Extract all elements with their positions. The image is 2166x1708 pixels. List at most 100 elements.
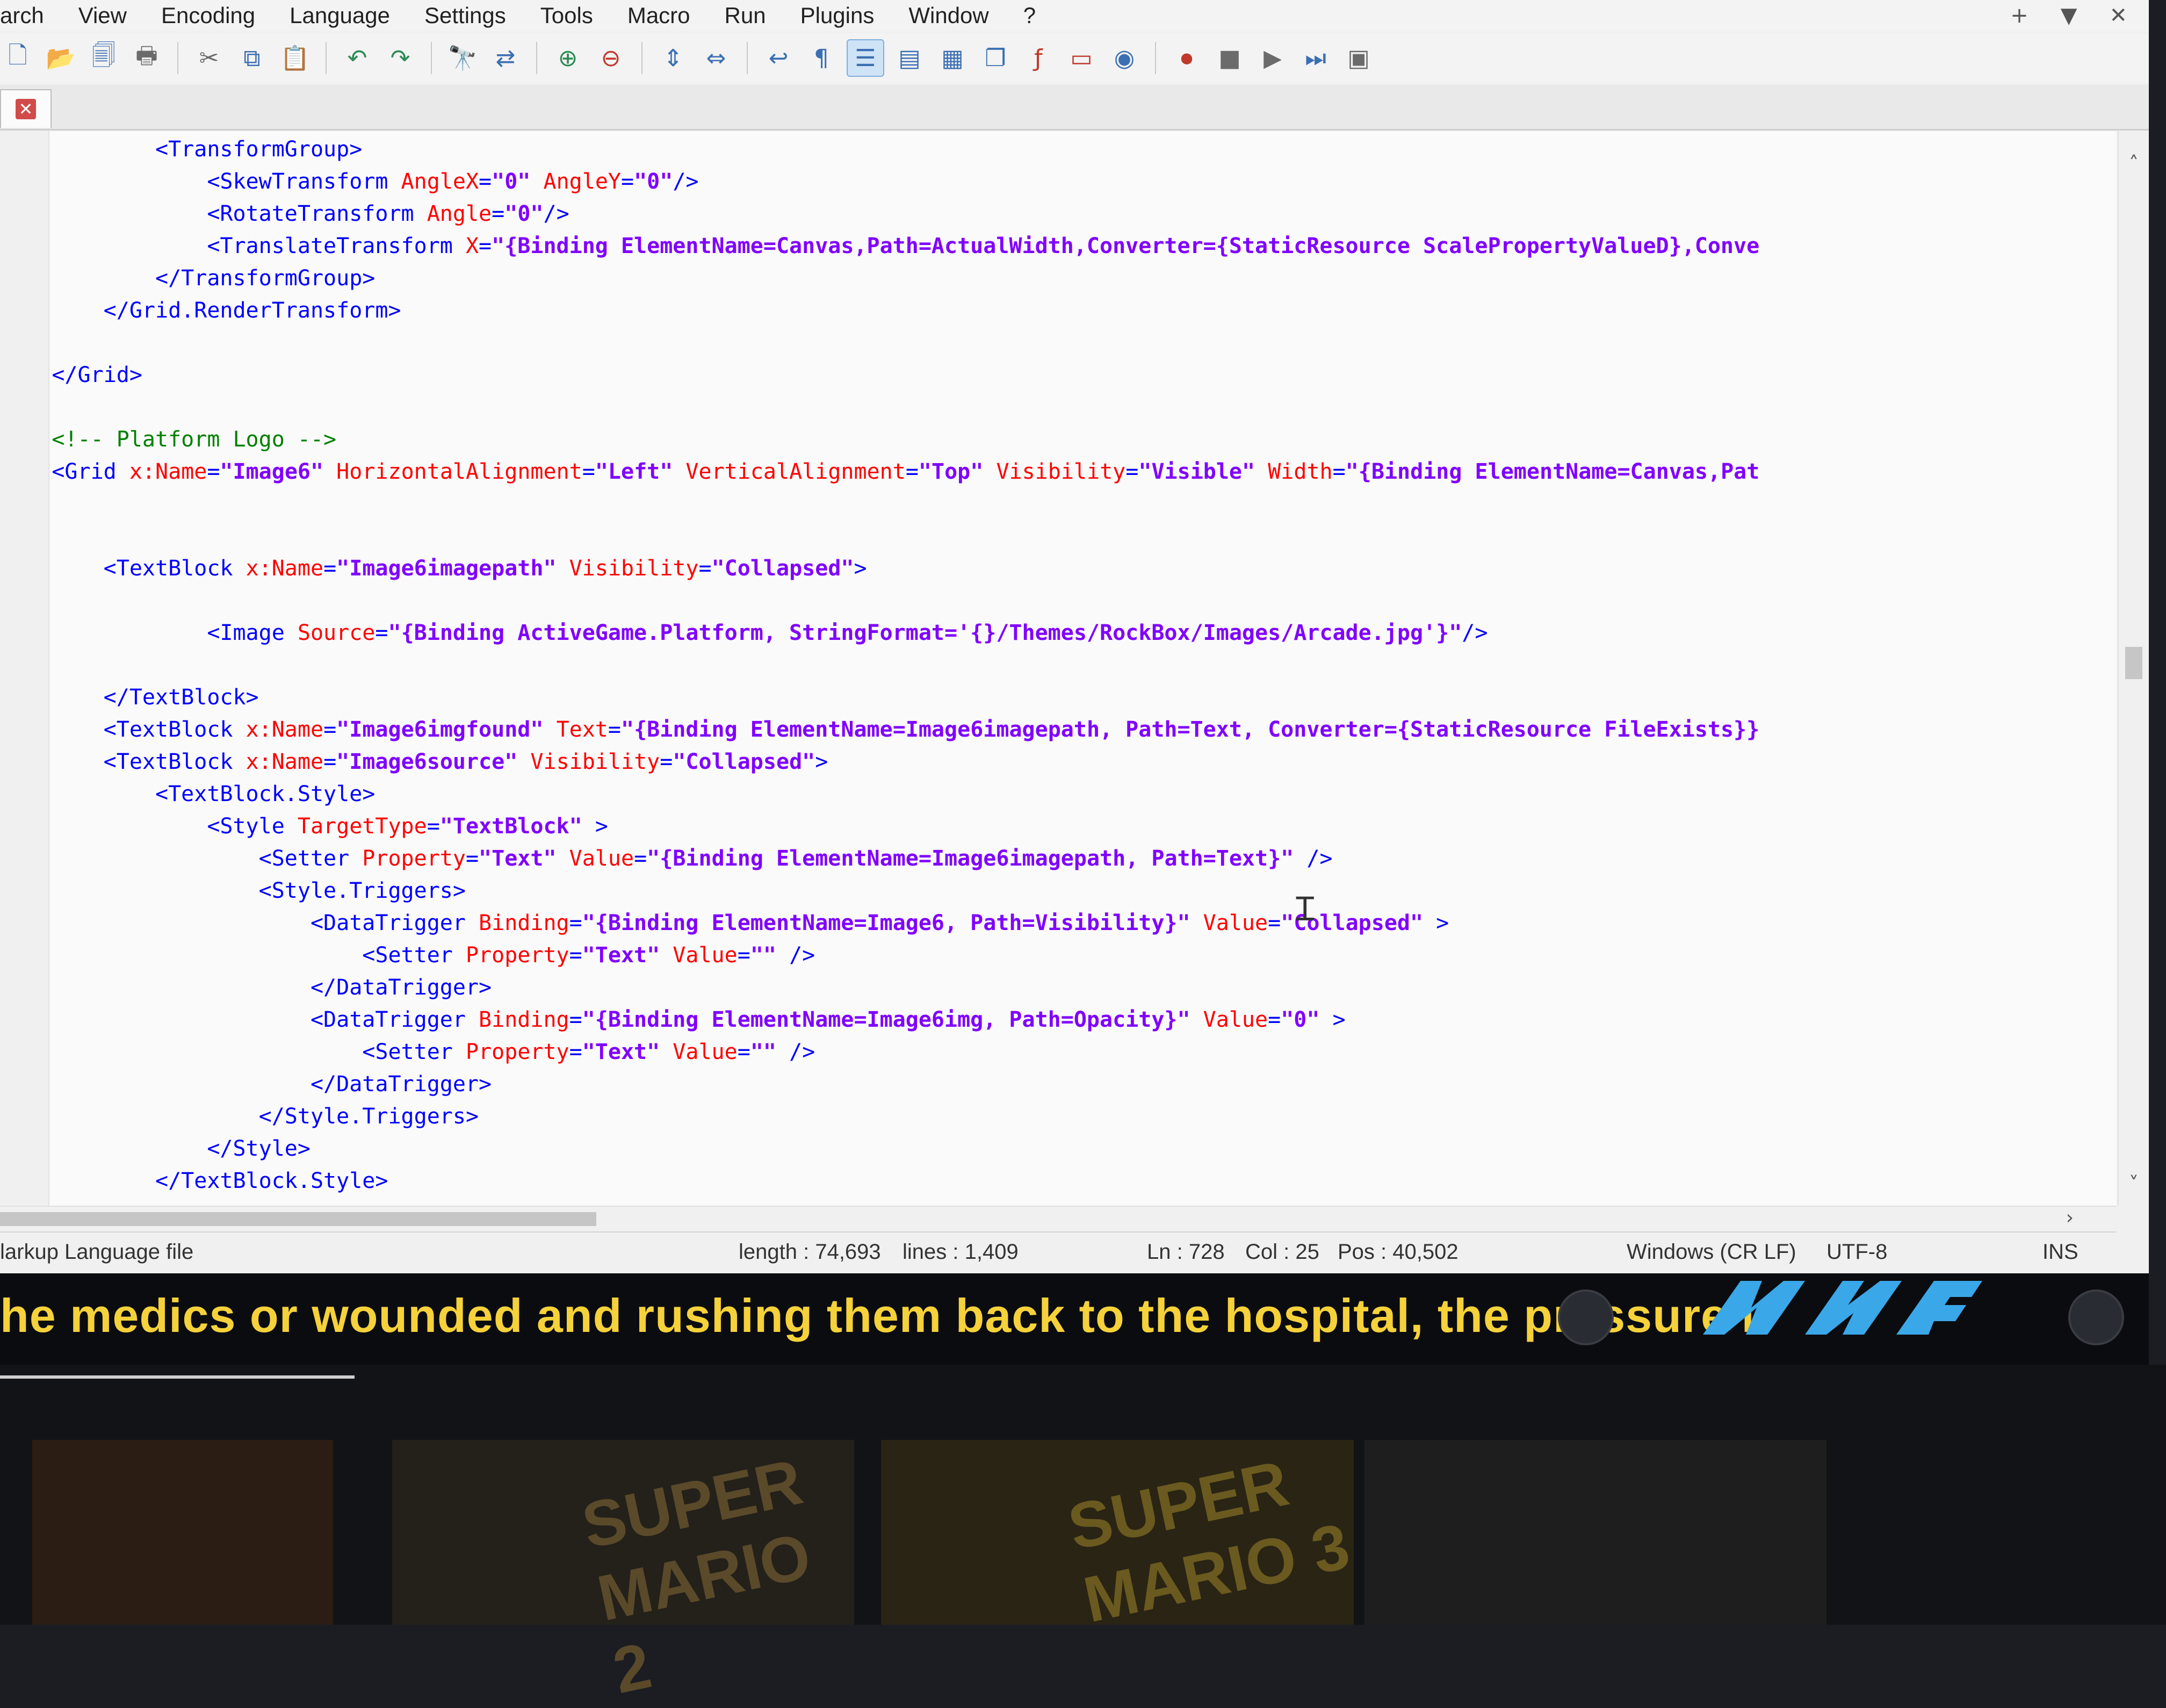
- code-tag: =: [492, 201, 505, 226]
- word-wrap-icon[interactable]: ↩: [761, 40, 796, 76]
- menu-item-arch[interactable]: arch: [0, 3, 61, 28]
- window-controls: + ▼ ✕: [2010, 3, 2127, 28]
- redo-icon[interactable]: ↷: [382, 40, 418, 76]
- code-line[interactable]: <SkewTransform AngleX="0" AngleY="0"/>: [0, 165, 2106, 198]
- menu-item-run[interactable]: Run: [707, 3, 783, 28]
- code-line[interactable]: <Grid x:Name="Image6" HorizontalAlignmen…: [0, 456, 2106, 488]
- indent-guide-icon[interactable]: ☰: [847, 39, 884, 77]
- new-tab-icon[interactable]: +: [2010, 3, 2028, 28]
- record-macro-icon[interactable]: ⏺: [1169, 40, 1204, 76]
- menu-item-macro[interactable]: Macro: [610, 3, 707, 28]
- menu-item-view[interactable]: View: [61, 3, 144, 28]
- menu-item-help[interactable]: ?: [1006, 3, 1053, 28]
- new-file-icon[interactable]: 🗋: [0, 40, 35, 76]
- code-line[interactable]: <TransformGroup>: [0, 133, 2106, 165]
- scroll-right-icon[interactable]: ›: [2066, 1207, 2074, 1229]
- monitoring-icon[interactable]: ◉: [1107, 40, 1142, 76]
- sync-v-icon[interactable]: ⇕: [655, 40, 691, 76]
- code-line[interactable]: <Style TargetType="TextBlock" >: [0, 810, 2106, 842]
- doc-list-icon[interactable]: ƒ: [1021, 40, 1056, 76]
- code-line[interactable]: [0, 391, 2106, 423]
- status-file-type: larkup Language file: [0, 1240, 194, 1264]
- code-line[interactable]: </TextBlock.Style>: [0, 1165, 2106, 1197]
- code-tag: <Setter: [0, 1040, 466, 1064]
- replace-icon[interactable]: ⇄: [488, 40, 523, 76]
- code-line[interactable]: <TextBlock x:Name="Image6imgfound" Text=…: [0, 714, 2106, 746]
- print-icon[interactable]: 🖶: [129, 40, 164, 76]
- code-line[interactable]: </Grid>: [0, 359, 2106, 391]
- menu-item-settings[interactable]: Settings: [407, 3, 523, 28]
- open-file-icon[interactable]: 📂: [43, 40, 78, 76]
- game-cover-1: [32, 1440, 333, 1625]
- close-tab-icon[interactable]: ✕: [16, 99, 36, 119]
- vertical-scroll-thumb[interactable]: [2125, 647, 2142, 679]
- code-tag: <DataTrigger: [0, 911, 479, 935]
- folder-as-workspace-icon[interactable]: ▭: [1064, 40, 1099, 76]
- zoom-out-icon[interactable]: ⊖: [593, 40, 629, 76]
- code-line[interactable]: <DataTrigger Binding="{Binding ElementNa…: [0, 907, 2106, 939]
- run-macro-multiple-icon[interactable]: ⏭: [1298, 40, 1333, 76]
- code-line[interactable]: </TextBlock>: [0, 681, 2106, 714]
- menu-item-tools[interactable]: Tools: [523, 3, 610, 28]
- horizontal-scrollbar[interactable]: ›: [0, 1206, 2117, 1231]
- cut-icon[interactable]: ✂: [191, 40, 227, 76]
- code-line[interactable]: <TranslateTransform X="{Binding ElementN…: [0, 230, 2106, 262]
- save-macro-icon[interactable]: ▣: [1341, 40, 1376, 76]
- code-line[interactable]: </Style>: [0, 1133, 2106, 1165]
- code-editor[interactable]: <TransformGroup> <SkewTransform AngleX="…: [0, 131, 2117, 1206]
- code-line[interactable]: [0, 327, 2106, 359]
- zoom-in-icon[interactable]: ⊕: [550, 40, 586, 76]
- code-line[interactable]: </Grid.RenderTransform>: [0, 294, 2106, 327]
- code-attribute: Binding: [479, 911, 569, 935]
- code-tag: <TranslateTransform: [0, 234, 466, 258]
- code-line[interactable]: <TextBlock x:Name="Image6imagepath" Visi…: [0, 552, 2106, 585]
- code-line[interactable]: <DataTrigger Binding="{Binding ElementNa…: [0, 1004, 2106, 1036]
- menu-item-encoding[interactable]: Encoding: [144, 3, 272, 28]
- menu-item-language[interactable]: Language: [272, 3, 407, 28]
- scroll-down-icon[interactable]: ˅: [2119, 1173, 2149, 1195]
- code-line[interactable]: [0, 520, 2106, 552]
- code-line[interactable]: </DataTrigger>: [0, 971, 2106, 1004]
- code-line[interactable]: [0, 585, 2106, 617]
- code-line[interactable]: <Image Source="{Binding ActiveGame.Platf…: [0, 617, 2106, 649]
- code-line[interactable]: [0, 649, 2106, 681]
- menu-item-window[interactable]: Window: [891, 3, 1006, 28]
- function-list-icon[interactable]: ▦: [935, 40, 970, 76]
- code-line[interactable]: <TextBlock x:Name="Image6source" Visibil…: [0, 746, 2106, 778]
- horizontal-scroll-thumb[interactable]: [0, 1212, 596, 1226]
- cover-title-1: SUPER MARIO 2: [576, 1445, 817, 1707]
- vertical-scrollbar[interactable]: ˄ ˅: [2118, 131, 2149, 1206]
- code-line[interactable]: <Setter Property="Text" Value="{Binding …: [0, 842, 2106, 875]
- code-line[interactable]: <Setter Property="Text" Value="" />: [0, 939, 2106, 971]
- status-encoding[interactable]: UTF-8: [1826, 1240, 1887, 1264]
- tab-active-file[interactable]: ✕: [0, 89, 52, 128]
- code-line[interactable]: [0, 488, 2106, 520]
- code-line[interactable]: </Style.Triggers>: [0, 1100, 2106, 1133]
- code-line[interactable]: </DataTrigger>: [0, 1068, 2106, 1100]
- menu-item-plugins[interactable]: Plugins: [783, 3, 892, 28]
- code-line[interactable]: <TextBlock.Style>: [0, 778, 2106, 810]
- sync-h-icon[interactable]: ⇔: [698, 40, 734, 76]
- status-eol[interactable]: Windows (CR LF): [1627, 1240, 1796, 1264]
- code-line[interactable]: <RotateTransform Angle="0"/>: [0, 198, 2106, 230]
- stop-record-icon[interactable]: ■: [1212, 40, 1247, 76]
- code-text-area[interactable]: <TransformGroup> <SkewTransform AngleX="…: [0, 133, 2106, 1202]
- code-line[interactable]: <Setter Property="Text" Value="" />: [0, 1036, 2106, 1068]
- copy-icon[interactable]: ⧉: [234, 40, 270, 76]
- folder-workspace-icon[interactable]: ❐: [978, 40, 1013, 76]
- save-all-icon[interactable]: 🗐: [86, 40, 121, 76]
- scroll-up-icon[interactable]: ˄: [2119, 153, 2149, 175]
- play-macro-icon[interactable]: ▶: [1255, 40, 1290, 76]
- show-all-chars-icon[interactable]: ¶: [804, 40, 839, 76]
- undo-icon[interactable]: ↶: [340, 40, 375, 76]
- code-line[interactable]: <!-- Platform Logo -->: [0, 423, 2106, 456]
- code-tag: [323, 459, 336, 484]
- paste-icon[interactable]: 📋: [277, 40, 313, 76]
- status-insert-mode[interactable]: INS: [2042, 1240, 2078, 1264]
- doc-map-icon[interactable]: ▤: [892, 40, 927, 76]
- close-window-icon[interactable]: ✕: [2109, 3, 2127, 28]
- tab-list-dropdown-icon[interactable]: ▼: [2061, 3, 2077, 28]
- code-line[interactable]: </TransformGroup>: [0, 262, 2106, 294]
- find-icon[interactable]: 🔭: [445, 40, 480, 76]
- code-line[interactable]: <Style.Triggers>: [0, 875, 2106, 907]
